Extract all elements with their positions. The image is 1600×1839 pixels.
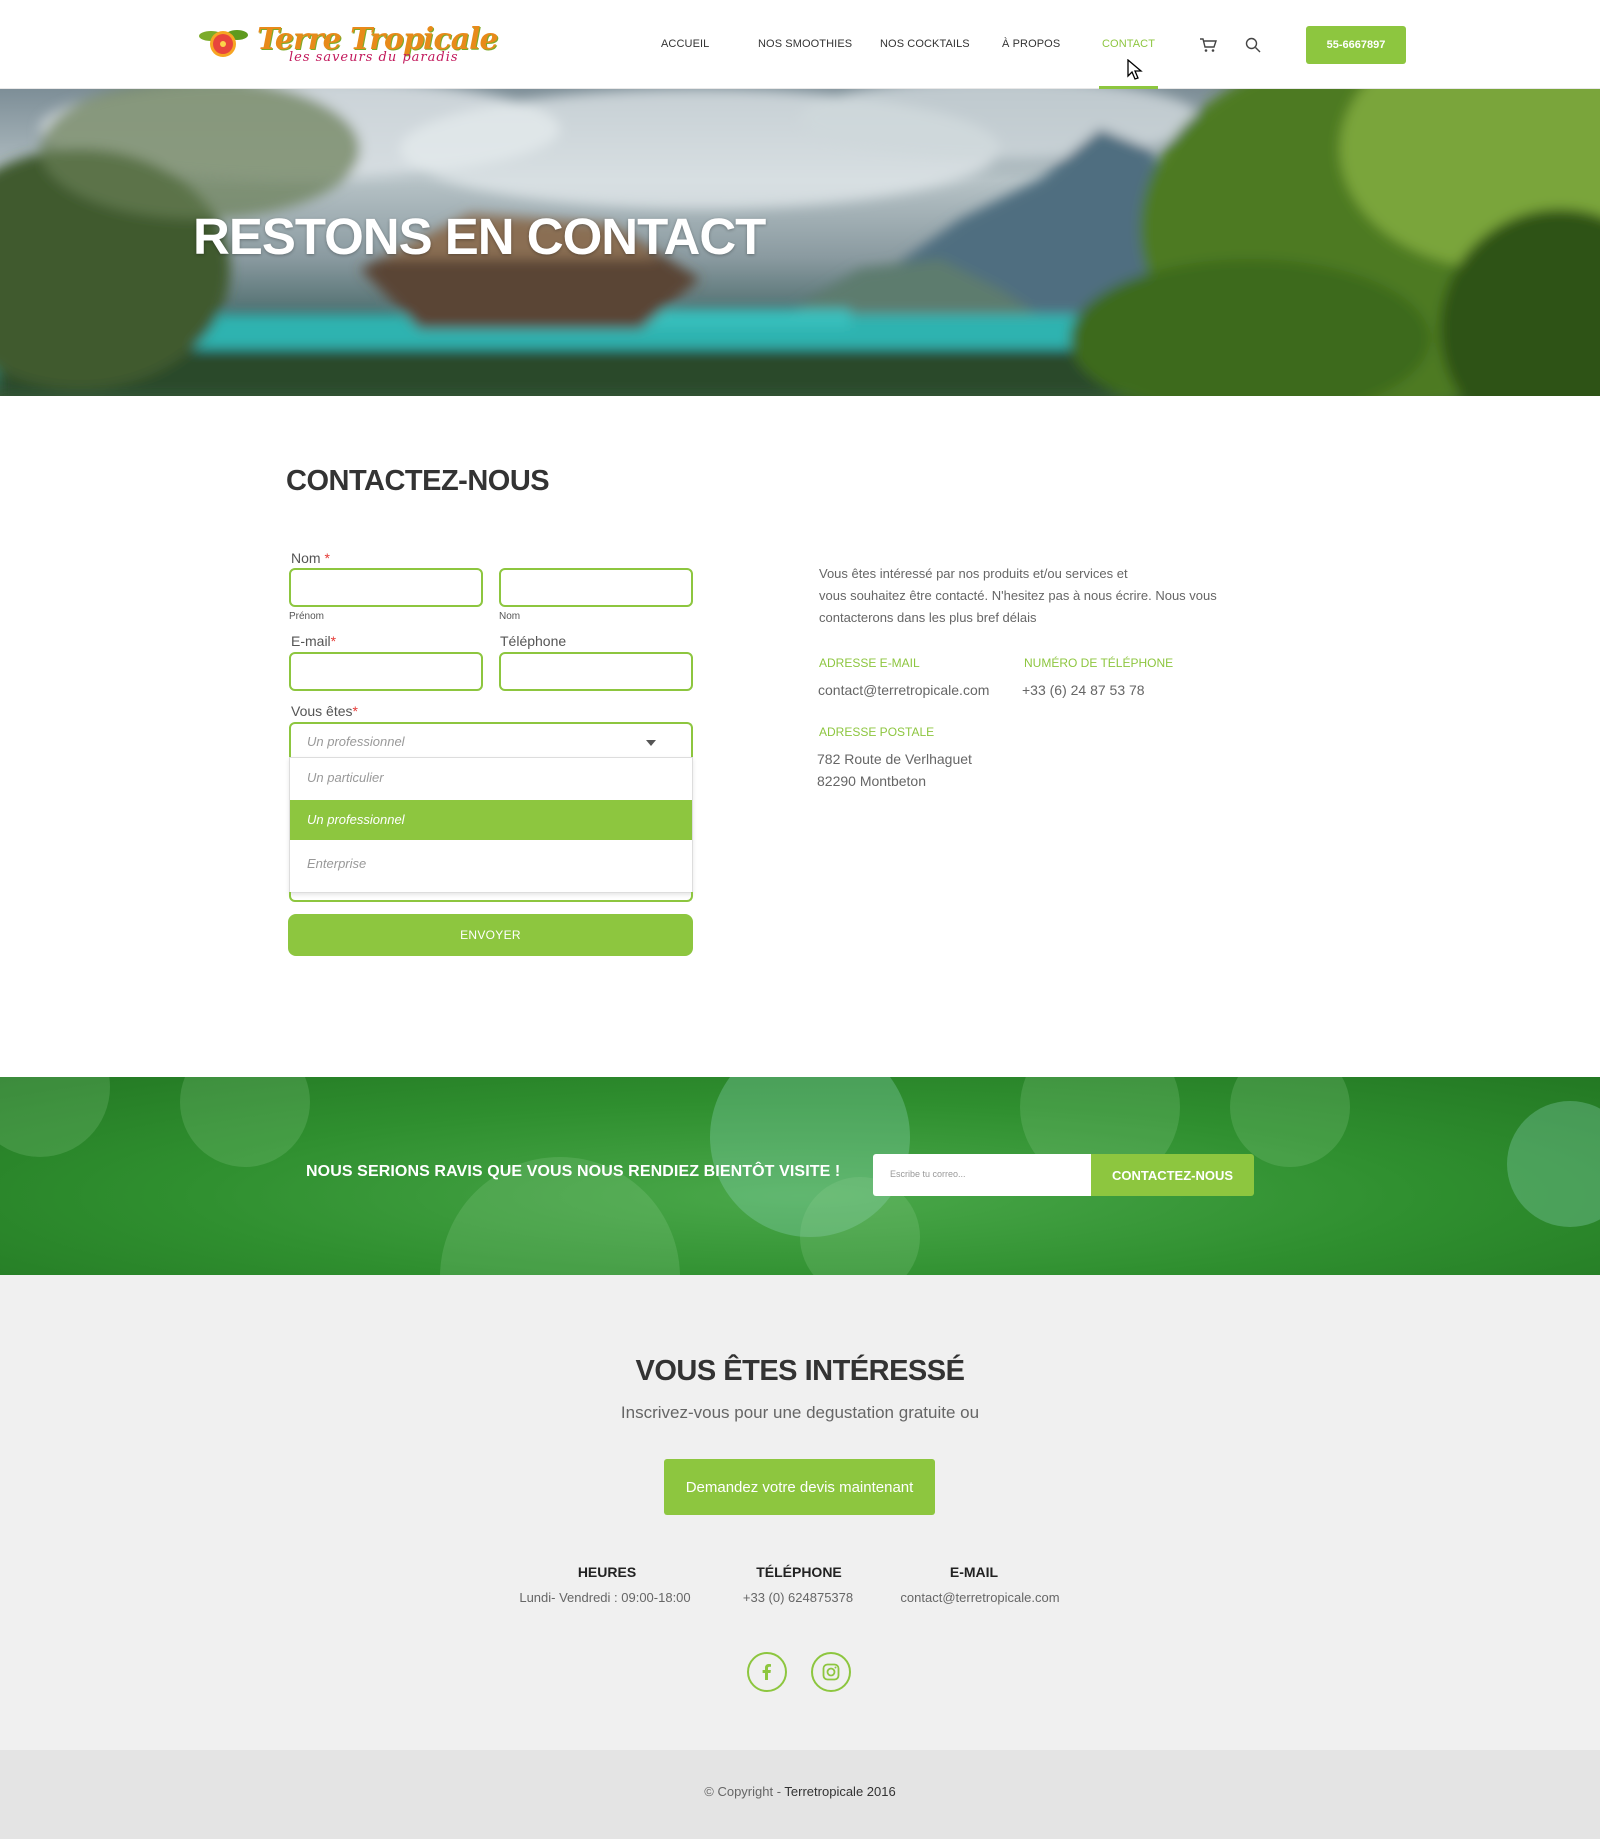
phone-label: Téléphone	[500, 633, 567, 649]
visit-invitation-text: NOUS SERIONS RAVIS QUE VOUS NOUS RENDIEZ…	[306, 1163, 841, 1180]
phone-value-footer[interactable]: +33 (0) 624875378	[698, 1590, 898, 1605]
contact-intro: Vous êtes intéressé par nos produits et/…	[819, 563, 1219, 629]
interest-title: VOUS ÊTES INTÉRESSÉ	[635, 1355, 965, 1387]
newsletter-placeholder: Escribe tu correo...	[890, 1169, 966, 1179]
intro-line-1: Vous êtes intéressé par nos produits et/…	[819, 566, 1128, 581]
hours-heading: HEURES	[577, 1564, 637, 1580]
email-label: E-mail*	[291, 633, 337, 649]
nav-smoothies[interactable]: NOS SMOOTHIES	[758, 38, 852, 50]
email-heading: ADRESSE E-MAIL	[819, 656, 920, 670]
instagram-icon	[822, 1663, 840, 1681]
facebook-link[interactable]	[747, 1652, 787, 1692]
band-contact-button[interactable]: CONTACTEZ-NOUS	[1091, 1154, 1254, 1196]
first-name-sublabel: Prénom	[289, 611, 325, 622]
hours-value: Lundi- Vendredi : 09:00-18:00	[519, 1590, 691, 1605]
facebook-icon	[762, 1664, 771, 1680]
customer-type-dropdown: Un particulier Un professionnel Enterpri…	[289, 757, 693, 893]
option-enterprise[interactable]: Enterprise	[290, 844, 692, 884]
site-header: Terre Tropicale les saveurs du paradis A…	[0, 0, 1600, 89]
instagram-link[interactable]	[811, 1652, 851, 1692]
phone-heading: NUMÉRO DE TÉLÉPHONE	[1024, 656, 1174, 670]
phone-input[interactable]	[499, 652, 693, 691]
chevron-down-icon	[646, 740, 656, 746]
option-particulier[interactable]: Un particulier	[290, 758, 692, 798]
nav-cocktails[interactable]: NOS COCKTAILS	[880, 38, 970, 50]
fruit-logo-icon	[199, 30, 248, 57]
selected-value: Un professionnel	[307, 734, 405, 749]
postal-line-2: 82290 Montbeton	[817, 773, 926, 789]
cart-icon[interactable]	[1199, 36, 1217, 54]
search-icon[interactable]	[1244, 36, 1262, 54]
interest-section: VOUS ÊTES INTÉRESSÉ Inscrivez-vous pour …	[0, 1275, 1600, 1750]
email-input[interactable]	[289, 652, 483, 691]
contact-section-title: CONTACTEZ-NOUS	[286, 465, 550, 497]
phone-value[interactable]: +33 (6) 24 87 53 78	[1022, 679, 1145, 701]
intro-line-2: vous souhaitez être contacté. N'hesitez …	[819, 588, 1217, 603]
first-name-input[interactable]	[289, 568, 483, 607]
bokeh-circle	[0, 1077, 110, 1157]
quote-request-button[interactable]: Demandez votre devis maintenant	[664, 1459, 935, 1515]
site-footer: © Copyright - Terretropicale 2016	[0, 1750, 1600, 1839]
last-name-input[interactable]	[499, 568, 693, 607]
logo-tagline: les saveurs du paradis	[289, 50, 459, 65]
postal-line-1: 782 Route de Verlhaguet	[817, 751, 972, 767]
copyright-brand[interactable]: Terretropicale 2016	[784, 1784, 895, 1799]
intro-line-3: contacterons dans les plus bref délais	[819, 610, 1037, 625]
customer-type-select[interactable]: Un professionnel	[289, 722, 693, 758]
bokeh-circle	[1507, 1101, 1600, 1227]
site-logo[interactable]: Terre Tropicale les saveurs du paradis	[197, 22, 499, 68]
phone-button[interactable]: 55-6667897	[1306, 26, 1406, 64]
bokeh-circle	[180, 1077, 310, 1167]
postal-heading: ADRESSE POSTALE	[819, 725, 935, 739]
nav-about[interactable]: À PROPOS	[1002, 38, 1060, 50]
name-label: Nom *	[291, 550, 330, 566]
interest-subtitle: Inscrivez-vous pour une degustation grat…	[620, 1403, 980, 1422]
mouse-cursor-icon	[1127, 59, 1143, 80]
hero-title: RESTONS EN CONTACT	[193, 208, 766, 265]
last-name-sublabel: Nom	[499, 611, 521, 622]
visit-cta-band: NOUS SERIONS RAVIS QUE VOUS NOUS RENDIEZ…	[0, 1077, 1600, 1275]
customer-type-label: Vous êtes*	[291, 703, 358, 719]
send-button[interactable]: ENVOYER	[288, 914, 693, 956]
email-value[interactable]: contact@terretropicale.com	[818, 679, 989, 701]
nav-contact[interactable]: CONTACT	[1102, 38, 1155, 50]
phone-heading-footer: TÉLÉPHONE	[756, 1564, 842, 1580]
copyright: © Copyright - Terretropicale 2016	[704, 1784, 896, 1799]
nav-home[interactable]: ACCUEIL	[661, 38, 709, 50]
email-heading-footer: E-MAIL	[949, 1564, 999, 1580]
email-value-footer[interactable]: contact@terretropicale.com	[880, 1590, 1080, 1605]
message-textarea[interactable]	[289, 892, 693, 902]
hero-banner: RESTONS EN CONTACT	[0, 89, 1600, 396]
option-professionnel[interactable]: Un professionnel	[290, 800, 692, 840]
newsletter-email-input[interactable]: Escribe tu correo...	[873, 1154, 1092, 1196]
